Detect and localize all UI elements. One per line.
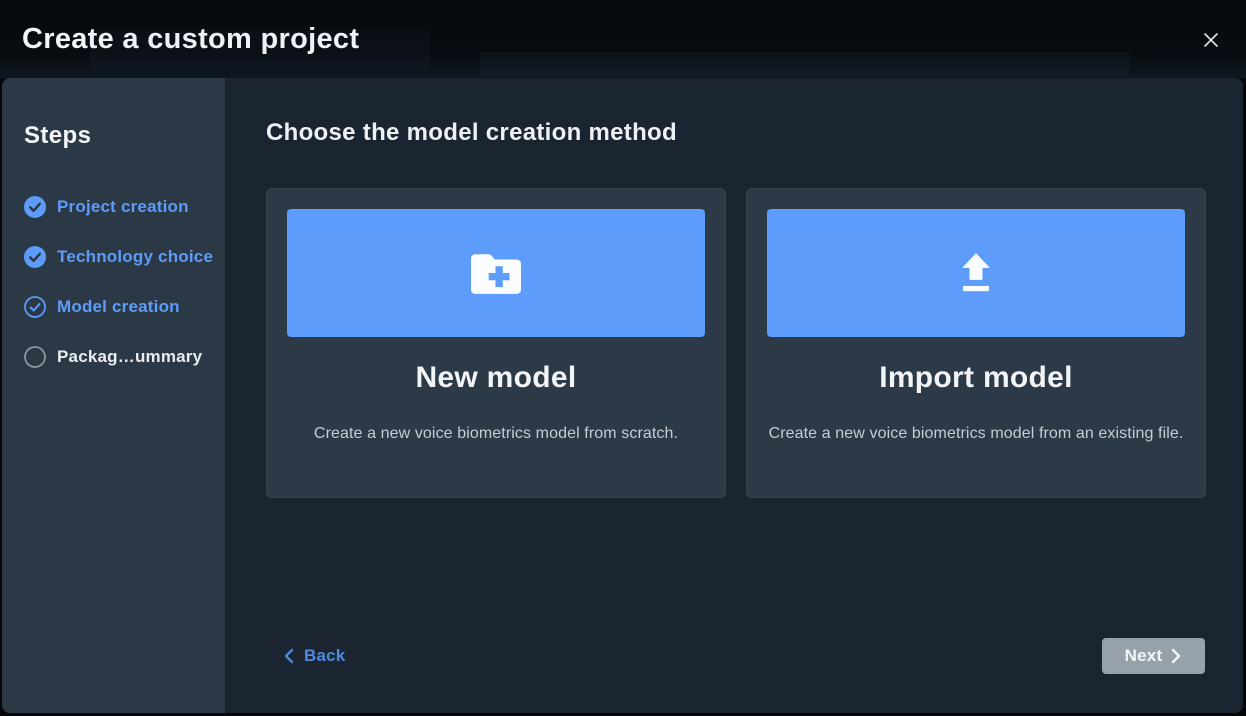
steps-title: Steps: [24, 122, 92, 149]
backdrop-ghost: [90, 30, 430, 70]
step-label: Packag…ummary: [57, 347, 203, 366]
import-model-card[interactable]: Import model Create a new voice biometri…: [746, 188, 1206, 498]
new-model-banner: [287, 209, 705, 337]
step-heading: Choose the model creation method: [266, 119, 677, 146]
check-circle-outline-icon: [24, 296, 46, 318]
check-circle-filled-icon: [24, 246, 46, 268]
new-model-card[interactable]: New model Create a new voice biometrics …: [266, 188, 726, 498]
method-cards: New model Create a new voice biometrics …: [266, 188, 1206, 498]
step-label: Project creation: [57, 197, 189, 216]
check-circle-filled-icon: [24, 196, 46, 218]
steps-list: Project creation Technology choice Model…: [24, 196, 225, 368]
card-description: Create a new voice biometrics model from…: [768, 425, 1184, 442]
card-description: Create a new voice biometrics model from…: [313, 425, 679, 442]
chevron-left-icon: [283, 648, 294, 664]
step-label: Technology choice: [57, 247, 214, 266]
dialog-body: Steps Project creation Technology choice…: [2, 78, 1243, 713]
upload-icon: [957, 250, 995, 296]
chevron-right-icon: [1171, 648, 1182, 664]
import-model-banner: [767, 209, 1185, 337]
close-icon: [1202, 31, 1220, 49]
close-button[interactable]: [1201, 30, 1221, 50]
steps-sidebar: Steps Project creation Technology choice…: [2, 78, 225, 713]
step-package-summary[interactable]: Packag…ummary: [24, 346, 225, 368]
step-project-creation[interactable]: Project creation: [24, 196, 225, 218]
card-title: New model: [415, 361, 577, 394]
folder-plus-icon: [471, 252, 521, 294]
card-title: Import model: [879, 361, 1073, 394]
step-label: Model creation: [57, 297, 180, 316]
next-label: Next: [1124, 646, 1163, 665]
backdrop-ghost: [480, 52, 1130, 76]
back-button[interactable]: Back: [283, 643, 345, 669]
dialog-header: Create a custom project: [0, 0, 1246, 78]
step-technology-choice[interactable]: Technology choice: [24, 246, 225, 268]
back-label: Back: [304, 646, 346, 665]
step-model-creation[interactable]: Model creation: [24, 296, 225, 318]
step-content-panel: Choose the model creation method New mod…: [225, 78, 1243, 713]
next-button[interactable]: Next: [1102, 638, 1205, 674]
circle-outline-icon: [24, 346, 46, 368]
